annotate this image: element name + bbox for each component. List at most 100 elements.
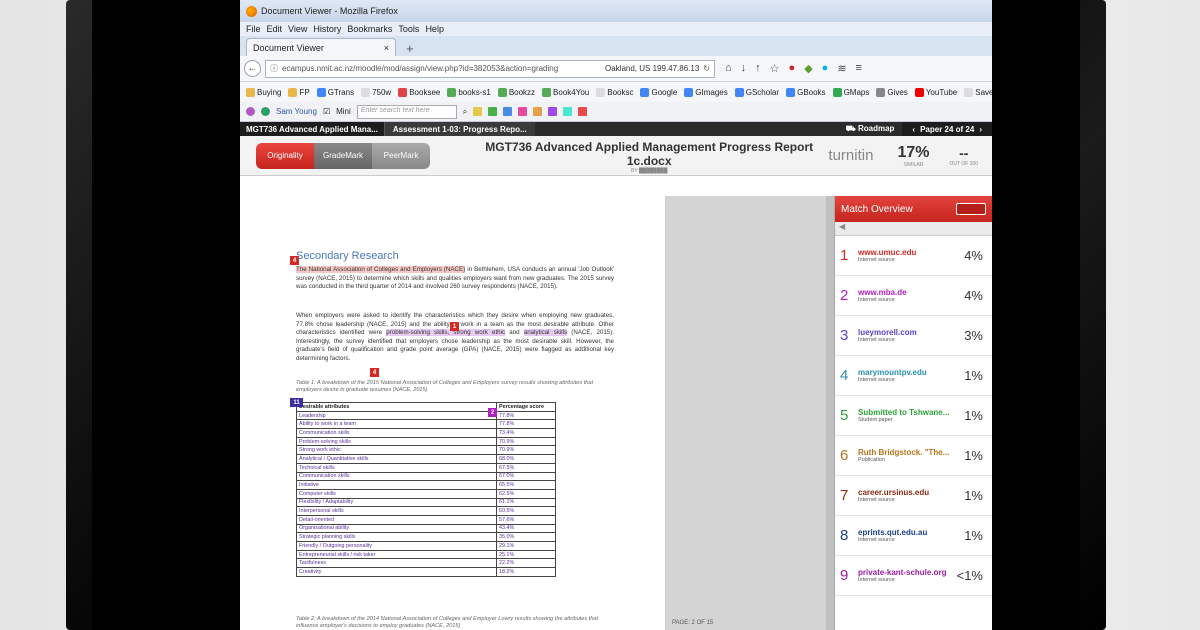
layers-icon[interactable]: ≋ [837,62,846,75]
match-item[interactable]: 4 marymountpv.edu Internet source 1% [835,356,992,396]
color-swatch-icon[interactable] [578,107,588,116]
reload-icon[interactable]: ↻ [703,64,710,73]
course-title[interactable]: MGT736 Advanced Applied Mana... [240,122,385,136]
star-icon[interactable]: ☆ [770,62,780,75]
color-swatch-icon[interactable] [518,107,528,116]
match-view-toggle[interactable] [956,203,986,215]
toolbar-mini[interactable]: Mini [336,107,351,116]
bookmark-fp[interactable]: FP [288,87,310,97]
table-header-cell: Desirable attributes [296,402,497,412]
hamburger-menu-icon[interactable]: ≡ [856,62,862,75]
next-paper-icon[interactable]: › [979,125,982,134]
bookmark-buying[interactable]: Buying [246,87,281,97]
new-tab-button[interactable]: + [400,41,420,56]
bookmark-label: GScholar [745,87,780,97]
menu-edit[interactable]: Edit [267,24,283,34]
url-bar[interactable]: ⓘ ecampus.nmit.ac.nz/moodle/mod/assign/v… [265,59,715,78]
globe-icon[interactable] [261,107,270,116]
url-text[interactable]: ecampus.nmit.ac.nz/moodle/mod/assign/vie… [282,64,601,73]
match-source: Ruth Bridgstock. "The... Publication [854,448,964,463]
color-swatch-icon[interactable] [503,107,513,116]
match-item[interactable]: 7 career.ursinus.edu Internet source 1% [835,476,992,516]
bookmark-books-s1[interactable]: books-s1 [447,87,491,97]
menu-view[interactable]: View [288,24,307,34]
roadmap-link[interactable]: ⛟ Roadmap [838,124,903,134]
pinterest-icon[interactable]: ● [789,62,796,75]
addon-icon[interactable]: ◆ [804,62,812,75]
menu-history[interactable]: History [313,24,341,34]
back-button[interactable]: ← [244,60,261,77]
bookmark-gives[interactable]: Gives [876,87,908,97]
color-swatch-icon[interactable] [548,107,558,116]
similarity-score[interactable]: 17% SIMILAR [897,144,929,168]
bookmark-google[interactable]: Google [640,87,677,97]
search-icon[interactable]: ⌕ [463,107,467,117]
bookmark-booksc[interactable]: Booksc [596,87,633,97]
color-swatch-icon[interactable] [533,107,543,116]
document-scrollbar[interactable] [826,196,834,630]
match-item[interactable]: 8 eprints.qut.edu.au Internet source 1% [835,516,992,556]
grademark-tab[interactable]: GradeMark [314,142,372,169]
close-tab-icon[interactable]: × [384,43,389,53]
document-page[interactable]: 4 Secondary Research The National Associ… [240,196,666,630]
grade-box[interactable]: -- OUT OF 100 [949,145,978,167]
toolbar-search-input[interactable]: Enter search text here [356,104,457,119]
color-swatch-icon[interactable] [473,107,483,116]
color-swatch-icon[interactable] [563,107,573,116]
originality-tab[interactable]: Originality [256,142,314,169]
window-title: Document Viewer - Mozilla Firefox [261,6,398,16]
color-swatch-icon[interactable] [488,107,498,116]
attribute-cell: Interpersonal skills [296,506,497,516]
prev-paper-icon[interactable]: ‹ [912,125,915,134]
bookmark-book4you[interactable]: Book4You [542,87,589,97]
match-item[interactable]: 2 www.mba.de Internet source 4% [835,276,992,316]
match-marker-4[interactable]: 11 [290,398,303,407]
turnitin-header: Originality GradeMark PeerMark MGT736 Ad… [240,136,992,176]
upload-icon[interactable]: ↑ [755,62,761,75]
match-item[interactable]: 6 Ruth Bridgstock. "The... Publication 1% [835,436,992,476]
match-source: lueymorell.com Internet source [854,328,964,343]
bookmark-gtrans[interactable]: GTrans [316,87,354,97]
match-marker-2[interactable]: 1 [450,322,459,331]
match-marker-5[interactable]: 2 [488,408,497,417]
toolbar-user[interactable]: Sam Young [276,107,317,116]
bookmark-bookzz[interactable]: Bookzz [497,87,535,97]
info-icon[interactable]: ⓘ [270,63,278,74]
bookmark-save-video[interactable]: Save Video Me [964,87,992,97]
bookmark-gmaps[interactable]: GMaps [832,87,869,97]
highlight-match[interactable]: The National Association of Colleges and… [296,266,466,273]
highlight-match[interactable]: problem-solving skills, strong work ethi… [386,329,506,337]
assessment-title[interactable]: Assessment 1-03: Progress Repo... [384,122,535,136]
home-icon[interactable]: ⌂ [725,62,732,75]
menu-bookmarks[interactable]: Bookmarks [347,24,392,34]
bookmark-gbooks[interactable]: GBooks [786,87,826,97]
bookmark-gscholar[interactable]: GScholar [734,87,780,97]
bookmark-booksee[interactable]: Booksee [398,87,440,97]
avatar-icon[interactable] [246,107,255,116]
match-source: private-kant-schule.org Internet source [854,568,957,583]
skype-icon[interactable]: ● [822,62,829,75]
menu-tools[interactable]: Tools [398,24,419,34]
match-source-type: Internet source [858,537,895,543]
match-marker-3[interactable]: 4 [370,368,379,377]
peermark-tab[interactable]: PeerMark [372,142,430,169]
tab-document-viewer[interactable]: Document Viewer × [246,38,396,56]
match-item[interactable]: 1 www.umuc.edu Internet source 4% [835,236,992,276]
match-item[interactable]: 5 Submitted to Tshwane... Student paper 1% [835,396,992,436]
site-icon [542,87,552,97]
bookmark-youtube[interactable]: YouTube [914,87,957,97]
menu-file[interactable]: File [246,24,261,34]
percentage-cell: 67.5% [496,462,556,473]
download-icon[interactable]: ↓ [741,62,747,75]
highlight-match[interactable]: analytical skills [523,329,568,337]
bookmark-label: books-s1 [458,87,491,97]
attribute-cell: Detail-oriented [296,514,497,525]
match-item[interactable]: 3 lueymorell.com Internet source 3% [835,316,992,356]
bookmark-gimages[interactable]: GImages [684,87,728,97]
checkbox-icon[interactable]: ☑ [323,107,330,116]
back-arrow-icon[interactable]: ◀ [839,222,845,231]
menu-help[interactable]: Help [425,24,444,34]
bookmark-750w[interactable]: 750w [361,87,391,97]
match-item[interactable]: 9 private-kant-schule.org Internet source <… [835,556,992,596]
percentage-cell: 77.8% [496,410,556,421]
